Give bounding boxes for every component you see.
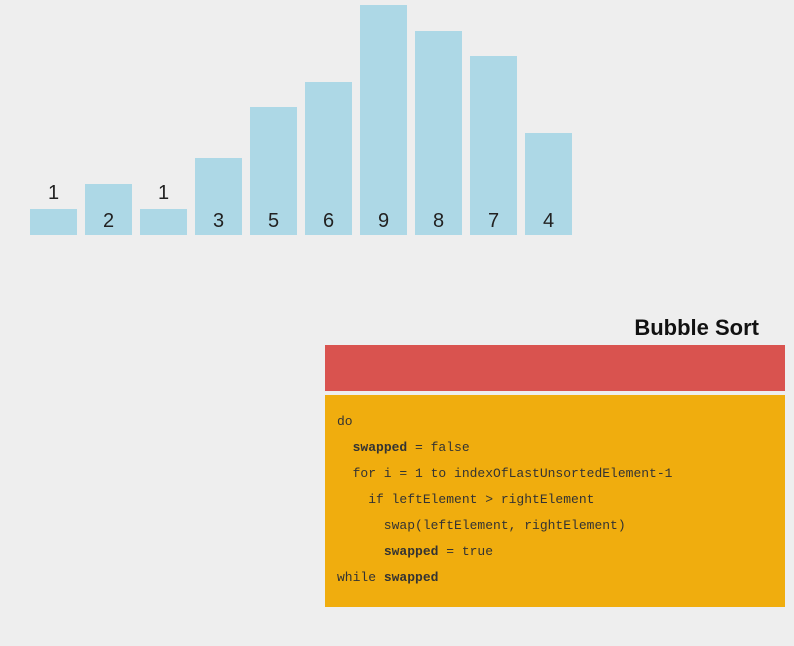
bar-item: 7 xyxy=(470,56,517,235)
code-line: while swapped xyxy=(337,565,773,591)
bar-label: 7 xyxy=(470,210,517,233)
bar xyxy=(30,209,77,235)
bar-item: 8 xyxy=(415,31,462,235)
bar-label: 1 xyxy=(158,182,169,206)
bar-label: 4 xyxy=(525,210,572,233)
bar xyxy=(415,31,462,235)
bar-item: 3 xyxy=(195,158,242,235)
bar-label: 6 xyxy=(305,210,352,233)
bar-label: 3 xyxy=(195,210,242,233)
bar-item: 2 xyxy=(85,184,132,235)
code-text: while xyxy=(337,570,384,585)
bar-label: 8 xyxy=(415,210,462,233)
code-text: = false xyxy=(407,440,469,455)
bar-chart: 1 2 1 3569874 xyxy=(30,0,590,255)
bar-item: 5 xyxy=(250,107,297,235)
bar-label: 5 xyxy=(250,210,297,233)
code-line: for i = 1 to indexOfLastUnsortedElement-… xyxy=(337,461,773,487)
code-line: swapped = true xyxy=(337,539,773,565)
bar xyxy=(360,5,407,235)
algorithm-title: Bubble Sort xyxy=(634,315,759,341)
bar-label: 9 xyxy=(360,210,407,233)
code-text xyxy=(337,440,353,455)
bar xyxy=(140,209,187,235)
bar-label: 1 xyxy=(48,182,59,206)
code-keyword: swapped xyxy=(353,440,408,455)
code-line: if leftElement > rightElement xyxy=(337,487,773,513)
bar-item: 1 xyxy=(140,182,187,235)
code-line: do xyxy=(337,409,773,435)
code-line: swapped = false xyxy=(337,435,773,461)
code-keyword: swapped xyxy=(384,544,439,559)
code-text: = true xyxy=(438,544,493,559)
bar-item: 1 xyxy=(30,182,77,235)
code-text xyxy=(337,544,384,559)
bar-item: 4 xyxy=(525,133,572,235)
bar xyxy=(470,56,517,235)
status-banner xyxy=(325,345,785,391)
bar-label: 2 xyxy=(85,210,132,233)
pseudocode-block: do swapped = false for i = 1 to indexOfL… xyxy=(325,395,785,607)
bar-item: 6 xyxy=(305,82,352,235)
code-keyword: swapped xyxy=(384,570,439,585)
bar-item: 9 xyxy=(360,5,407,235)
code-line: swap(leftElement, rightElement) xyxy=(337,513,773,539)
bars-container: 1 2 1 3569874 xyxy=(30,5,572,235)
